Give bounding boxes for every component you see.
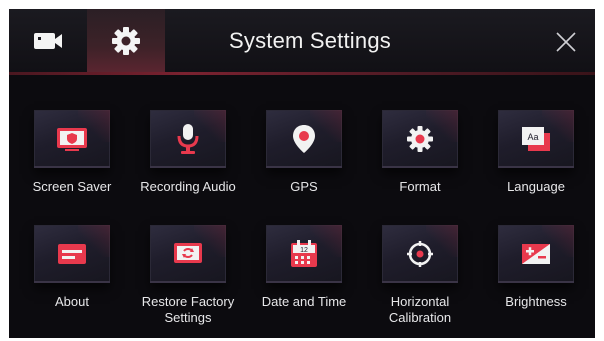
setting-tile — [382, 225, 458, 283]
setting-tile — [34, 110, 110, 168]
setting-label: Brightness — [505, 294, 567, 309]
top-bar: System Settings — [9, 9, 595, 72]
setting-screen-saver[interactable]: Screen Saver — [14, 110, 130, 195]
setting-tile: Aa — [498, 110, 574, 168]
language-icon: Aa — [522, 127, 550, 151]
setting-about[interactable]: About — [14, 225, 130, 310]
setting-tile: 12 — [266, 225, 342, 283]
setting-label: Restore Factory Settings — [141, 294, 235, 325]
screen-saver-icon — [57, 128, 87, 151]
setting-tile — [266, 110, 342, 168]
setting-gps[interactable]: GPS — [246, 110, 362, 195]
setting-label: Horizontal Calibration — [388, 294, 452, 325]
tab-video[interactable] — [9, 9, 87, 72]
about-icon — [58, 244, 86, 264]
setting-tile — [34, 225, 110, 283]
format-gear-icon — [407, 126, 433, 152]
microphone-icon — [177, 124, 199, 154]
location-pin-icon — [293, 125, 315, 153]
setting-horizontal-calibration[interactable]: Horizontal Calibration — [362, 225, 478, 326]
video-camera-icon — [34, 32, 62, 49]
setting-label: Screen Saver — [32, 179, 112, 194]
setting-brightness[interactable]: Brightness — [478, 225, 594, 310]
brightness-icon — [522, 244, 550, 264]
setting-language[interactable]: Aa Language — [478, 110, 594, 195]
close-icon — [556, 32, 576, 52]
page-title: System Settings — [229, 27, 391, 53]
setting-restore-factory[interactable]: Restore Factory Settings — [130, 225, 246, 326]
calibration-icon — [407, 241, 433, 267]
setting-recording-audio[interactable]: Recording Audio — [130, 110, 246, 195]
close-button[interactable] — [549, 25, 583, 59]
svg-text:Aa: Aa — [527, 132, 538, 142]
setting-label: GPS — [290, 179, 318, 194]
gear-icon — [112, 26, 140, 55]
setting-label: Language — [507, 179, 565, 194]
setting-tile — [382, 110, 458, 168]
calendar-icon: 12 — [291, 240, 317, 267]
setting-label: About — [55, 294, 89, 309]
setting-format[interactable]: Format — [362, 110, 478, 195]
setting-tile — [150, 110, 226, 168]
restore-icon — [174, 243, 202, 263]
setting-date-time[interactable]: 12 Date and Time — [246, 225, 362, 310]
setting-label: Format — [399, 179, 441, 194]
setting-tile — [498, 225, 574, 283]
calendar-day: 12 — [300, 247, 308, 254]
setting-tile — [150, 225, 226, 283]
setting-label: Recording Audio — [140, 179, 236, 194]
settings-screen: System Settings Screen Saver Recording A… — [9, 9, 595, 338]
settings-grid: Screen Saver Recording Audio GPS Format … — [9, 75, 595, 338]
tab-settings[interactable] — [87, 9, 165, 72]
setting-label: Date and Time — [261, 294, 347, 309]
